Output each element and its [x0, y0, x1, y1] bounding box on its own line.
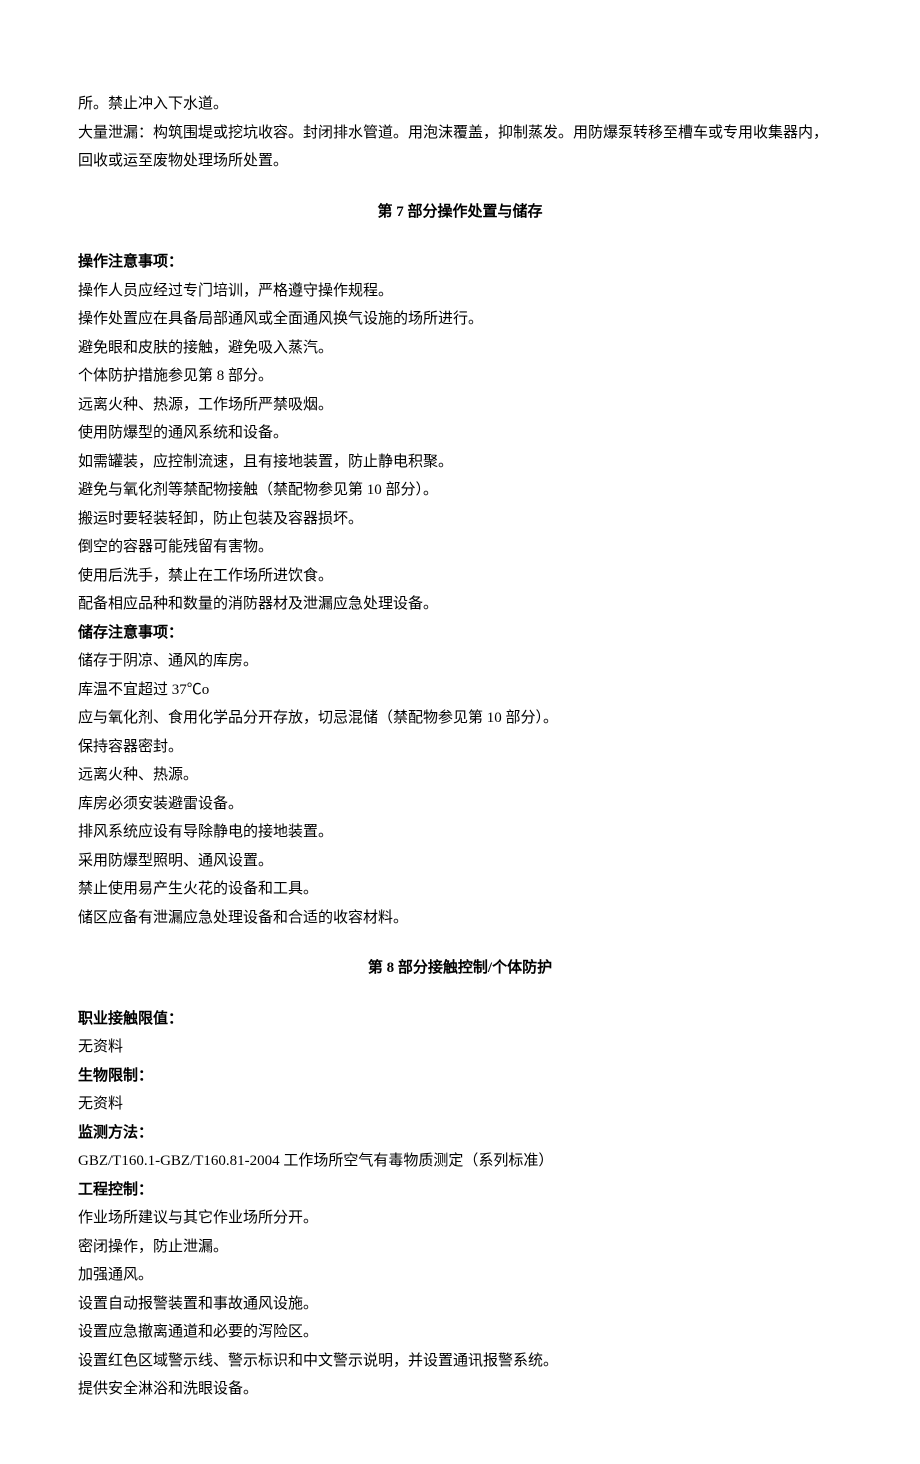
storage-item: 应与氧化剂、食用化学品分开存放，切忌混储（禁配物参见第 10 部分）。: [78, 704, 842, 733]
operation-item: 远离火种、热源，工作场所严禁吸烟。: [78, 391, 842, 420]
operation-item: 搬运时要轻装轻卸，防止包装及容器损坏。: [78, 505, 842, 534]
operation-item: 使用防爆型的通风系统和设备。: [78, 419, 842, 448]
occupational-exposure-value: 无资料: [78, 1033, 842, 1062]
storage-item: 禁止使用易产生火花的设备和工具。: [78, 875, 842, 904]
intro-line-2: 大量泄漏：构筑围堤或挖坑收容。封闭排水管道。用泡沫覆盖，抑制蒸发。用防爆泵转移至…: [78, 119, 842, 176]
intro-line-1: 所。禁止冲入下水道。: [78, 90, 842, 119]
engineering-item: 加强通风。: [78, 1261, 842, 1290]
storage-item: 远离火种、热源。: [78, 761, 842, 790]
engineering-control-label: 工程控制：: [78, 1176, 842, 1205]
operation-item: 配备相应品种和数量的消防器材及泄漏应急处理设备。: [78, 590, 842, 619]
section-8-heading: 第 8 部分接触控制/个体防护: [78, 954, 842, 983]
operation-item: 操作人员应经过专门培训，严格遵守操作规程。: [78, 277, 842, 306]
operation-item: 个体防护措施参见第 8 部分。: [78, 362, 842, 391]
operation-item: 如需罐装，应控制流速，且有接地装置，防止静电积聚。: [78, 448, 842, 477]
operation-item: 避免与氧化剂等禁配物接触（禁配物参见第 10 部分）。: [78, 476, 842, 505]
operation-item: 操作处置应在具备局部通风或全面通风换气设施的场所进行。: [78, 305, 842, 334]
storage-item: 库房必须安装避雷设备。: [78, 790, 842, 819]
storage-item: 保持容器密封。: [78, 733, 842, 762]
occupational-exposure-label: 职业接触限值：: [78, 1005, 842, 1034]
storage-precautions-label: 储存注意事项：: [78, 619, 842, 648]
biological-limit-value: 无资料: [78, 1090, 842, 1119]
engineering-item: 作业场所建议与其它作业场所分开。: [78, 1204, 842, 1233]
engineering-item: 设置自动报警装置和事故通风设施。: [78, 1290, 842, 1319]
monitoring-method-label: 监测方法：: [78, 1119, 842, 1148]
engineering-item: 设置应急撤离通道和必要的泻险区。: [78, 1318, 842, 1347]
operation-item: 倒空的容器可能残留有害物。: [78, 533, 842, 562]
storage-item: 排风系统应设有导除静电的接地装置。: [78, 818, 842, 847]
biological-limit-label: 生物限制：: [78, 1062, 842, 1091]
storage-item: 储区应备有泄漏应急处理设备和合适的收容材料。: [78, 904, 842, 933]
storage-item: 储存于阴凉、通风的库房。: [78, 647, 842, 676]
operation-item: 避免眼和皮肤的接触，避免吸入蒸汽。: [78, 334, 842, 363]
operation-precautions-label: 操作注意事项：: [78, 248, 842, 277]
storage-item: 采用防爆型照明、通风设置。: [78, 847, 842, 876]
operation-item: 使用后洗手，禁止在工作场所进饮食。: [78, 562, 842, 591]
monitoring-method-value: GBZ/T160.1-GBZ/T160.81-2004 工作场所空气有毒物质测定…: [78, 1147, 842, 1176]
engineering-item: 密闭操作，防止泄漏。: [78, 1233, 842, 1262]
section-7-heading: 第 7 部分操作处置与储存: [78, 198, 842, 227]
engineering-item: 设置红色区域警示线、警示标识和中文警示说明，并设置通讯报警系统。: [78, 1347, 842, 1376]
storage-item: 库温不宜超过 37℃o: [78, 676, 842, 705]
engineering-item: 提供安全淋浴和洗眼设备。: [78, 1375, 842, 1404]
